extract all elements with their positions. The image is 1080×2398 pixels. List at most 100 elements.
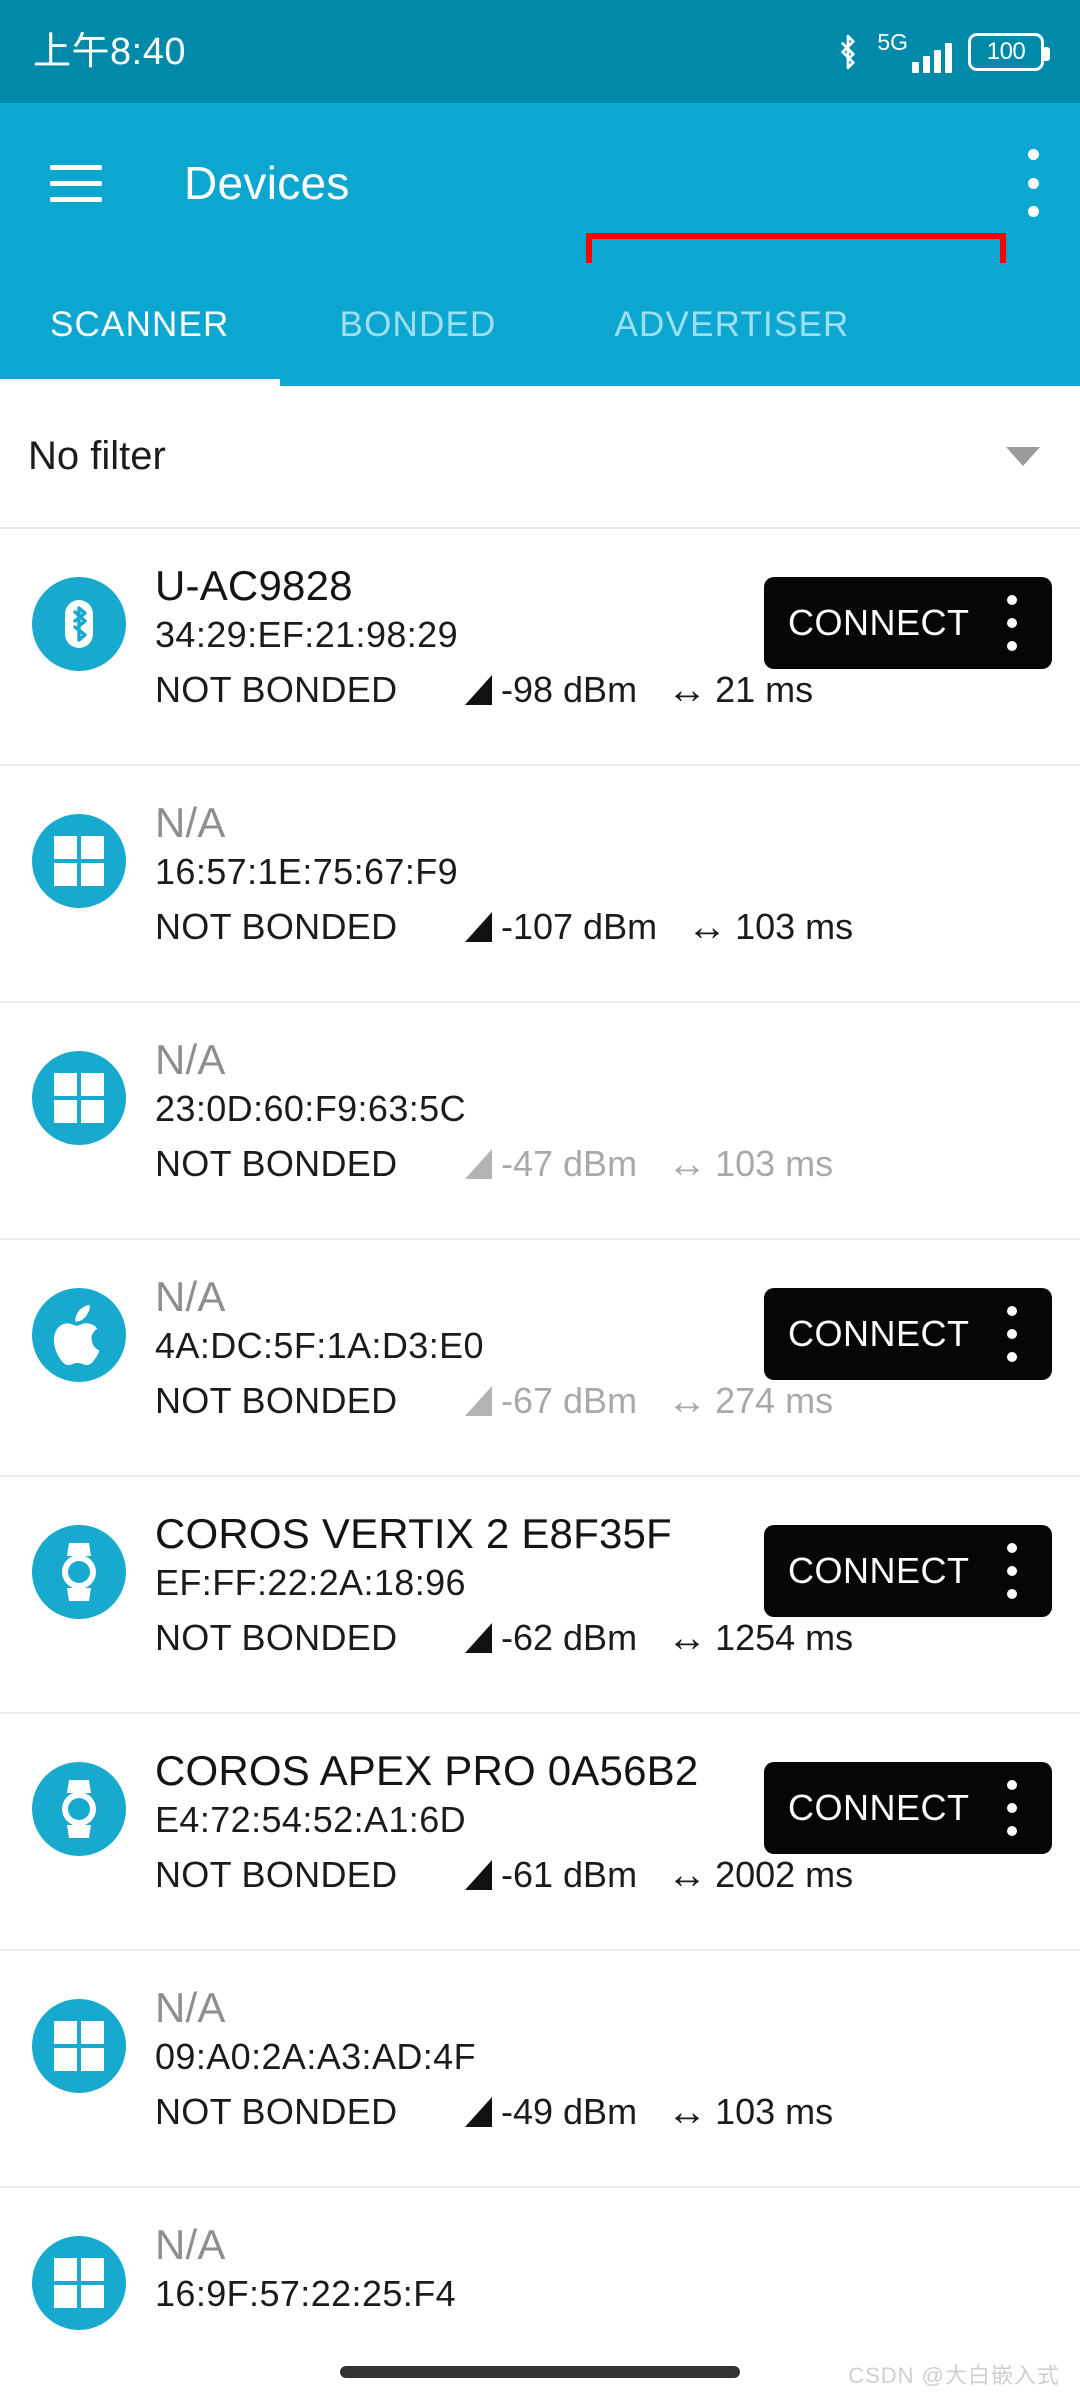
rssi-metric: -49 dBm: [465, 2091, 637, 2133]
filter-dropdown[interactable]: No filter: [0, 386, 1080, 529]
interval-arrow-icon: ↔: [667, 1853, 708, 1898]
tab-advertiser[interactable]: ADVERTISER: [557, 263, 908, 386]
interval-value: 1254 ms: [715, 1617, 854, 1659]
advertising-interval-metric: ↔ 103 ms: [687, 906, 853, 948]
home-gesture-pill[interactable]: [340, 2366, 740, 2378]
windows-icon: [32, 2236, 126, 2330]
connect-button-label: CONNECT: [788, 602, 970, 643]
connect-button[interactable]: CONNECT: [764, 1762, 1052, 1854]
status-time: 上午8:40: [33, 30, 186, 73]
device-list: U-AC9828 34:29:EF:21:98:29 NOT BONDED -98 d…: [0, 529, 1080, 2354]
advertising-interval-metric: ↔ 103 ms: [667, 2091, 833, 2133]
rssi-value: -98 dBm: [501, 669, 638, 711]
device-metrics: NOT BONDED -67 dBm ↔ 274 ms: [155, 1380, 1080, 1422]
signal-strength-icon: [465, 675, 492, 706]
bluetooth-icon: [32, 577, 126, 671]
advertising-interval-metric: ↔ 274 ms: [667, 1380, 833, 1422]
bond-state-label: NOT BONDED: [155, 1617, 398, 1659]
battery-level-label: 100: [986, 37, 1026, 65]
more-vertical-icon[interactable]: [994, 1306, 1030, 1362]
battery-icon: 100: [968, 32, 1050, 71]
network-type-label: 5G: [877, 28, 908, 55]
interval-value: 2002 ms: [715, 1854, 854, 1896]
interval-arrow-icon: ↔: [667, 668, 708, 713]
device-row[interactable]: N/A 4A:DC:5F:1A:D3:E0 NOT BONDED -67 dBm ↔ 27…: [0, 1240, 1080, 1477]
advertising-interval-metric: ↔ 21 ms: [667, 669, 813, 711]
connect-button[interactable]: CONNECT: [764, 1288, 1052, 1380]
device-metrics: NOT BONDED -47 dBm ↔ 103 ms: [155, 1143, 1080, 1185]
interval-value: 21 ms: [715, 669, 814, 711]
interval-value: 274 ms: [715, 1380, 834, 1422]
device-name: N/A: [155, 1036, 226, 1083]
rssi-value: -62 dBm: [501, 1617, 638, 1659]
more-vertical-icon[interactable]: [994, 1543, 1030, 1599]
connect-button[interactable]: CONNECT: [764, 577, 1052, 669]
signal-strength-icon: [465, 912, 492, 943]
app-bar: Devices STOP SCANNING: [0, 103, 1080, 337]
tab-bar: SCANNER BONDED ADVERTISER: [0, 263, 1080, 386]
page-title: Devices: [184, 157, 350, 209]
device-address: 23:0D:60:F9:63:5C: [155, 1088, 466, 1130]
device-name: N/A: [155, 2221, 226, 2268]
device-row[interactable]: COROS APEX PRO 0A56B2 E4:72:54:52:A1:6D NO…: [0, 1714, 1080, 1951]
watermark: CSDN @大白嵌入式: [848, 2363, 1060, 2388]
windows-icon: [32, 814, 126, 908]
bond-state-label: NOT BONDED: [155, 906, 398, 948]
tab-scanner[interactable]: SCANNER: [0, 263, 280, 386]
status-bar: 上午8:40 5G 100: [0, 0, 1080, 103]
device-metrics: NOT BONDED -62 dBm ↔ 1254 ms: [155, 1617, 1080, 1659]
advertising-interval-metric: ↔ 103 ms: [667, 1143, 833, 1185]
signal-strength-icon: [465, 1860, 492, 1891]
device-info: N/A 16:57:1E:75:67:F9 NOT BONDED -107 dBm ↔ 1…: [155, 800, 1080, 948]
device-info: N/A 23:0D:60:F9:63:5C NOT BONDED -47 dBm ↔ 10…: [155, 1037, 1080, 1185]
interval-arrow-icon: ↔: [667, 1379, 708, 1424]
bond-state-label: NOT BONDED: [155, 1143, 398, 1185]
device-row[interactable]: N/A 16:57:1E:75:67:F9 NOT BONDED -107 dBm ↔ 1…: [0, 766, 1080, 1003]
device-metrics: NOT BONDED -98 dBm ↔ 21 ms: [155, 669, 1080, 711]
bond-state-label: NOT BONDED: [155, 1854, 398, 1896]
device-row[interactable]: U-AC9828 34:29:EF:21:98:29 NOT BONDED -98 d…: [0, 529, 1080, 766]
interval-arrow-icon: ↔: [687, 905, 728, 950]
device-address: 16:57:1E:75:67:F9: [155, 851, 459, 893]
device-row[interactable]: N/A 09:A0:2A:A3:AD:4F NOT BONDED -49 dBm ↔ 10…: [0, 1951, 1080, 2188]
bond-state-label: NOT BONDED: [155, 669, 398, 711]
connect-button[interactable]: CONNECT: [764, 1525, 1052, 1617]
tab-bonded[interactable]: BONDED: [280, 263, 557, 386]
signal-strength-icon: [465, 1386, 492, 1417]
device-name: N/A: [155, 799, 226, 846]
chevron-down-icon[interactable]: [1006, 447, 1040, 466]
apple-icon: [32, 1288, 126, 1382]
app-root: 上午8:40 5G 100 Devices STOP SCANNING: [0, 0, 1080, 2398]
device-row[interactable]: N/A 23:0D:60:F9:63:5C NOT BONDED -47 dBm ↔ 10…: [0, 1003, 1080, 1240]
device-metrics: NOT BONDED -61 dBm ↔ 2002 ms: [155, 1854, 1080, 1896]
navigation-bar: CSDN @大白嵌入式: [0, 2334, 1080, 2398]
filter-label: No filter: [28, 434, 166, 478]
device-info: N/A 16:9F:57:22:25:F4: [155, 2222, 1080, 2321]
cellular-signal-icon: 5G: [877, 28, 952, 73]
rssi-value: -47 dBm: [501, 1143, 638, 1185]
signal-strength-icon: [465, 1149, 492, 1180]
bluetooth-icon: [835, 34, 861, 70]
rssi-metric: -62 dBm: [465, 1617, 637, 1659]
more-vertical-icon[interactable]: [994, 1780, 1030, 1836]
advertising-interval-metric: ↔ 2002 ms: [667, 1854, 853, 1896]
interval-value: 103 ms: [715, 1143, 834, 1185]
bond-state-label: NOT BONDED: [155, 1380, 398, 1422]
device-row[interactable]: COROS VERTIX 2 E8F35F EF:FF:22:2A:18:96 NO…: [0, 1477, 1080, 1714]
status-icons: 5G 100: [835, 28, 1050, 73]
advertising-interval-metric: ↔ 1254 ms: [667, 1617, 853, 1659]
device-address: 16:9F:57:22:25:F4: [155, 2273, 457, 2315]
more-vertical-icon[interactable]: [1011, 149, 1055, 217]
rssi-metric: -98 dBm: [465, 669, 637, 711]
device-row[interactable]: N/A 16:9F:57:22:25:F4: [0, 2188, 1080, 2354]
bond-state-label: NOT BONDED: [155, 2091, 398, 2133]
device-address: 09:A0:2A:A3:AD:4F: [155, 2036, 476, 2078]
rssi-value: -107 dBm: [501, 906, 658, 948]
device-info: N/A 09:A0:2A:A3:AD:4F NOT BONDED -49 dBm ↔ 10…: [155, 1985, 1080, 2133]
device-name: N/A: [155, 1984, 226, 2031]
more-vertical-icon[interactable]: [994, 595, 1030, 651]
rssi-value: -67 dBm: [501, 1380, 638, 1422]
hamburger-menu-icon[interactable]: [50, 154, 102, 213]
windows-icon: [32, 1051, 126, 1145]
signal-strength-icon: [465, 2097, 492, 2128]
